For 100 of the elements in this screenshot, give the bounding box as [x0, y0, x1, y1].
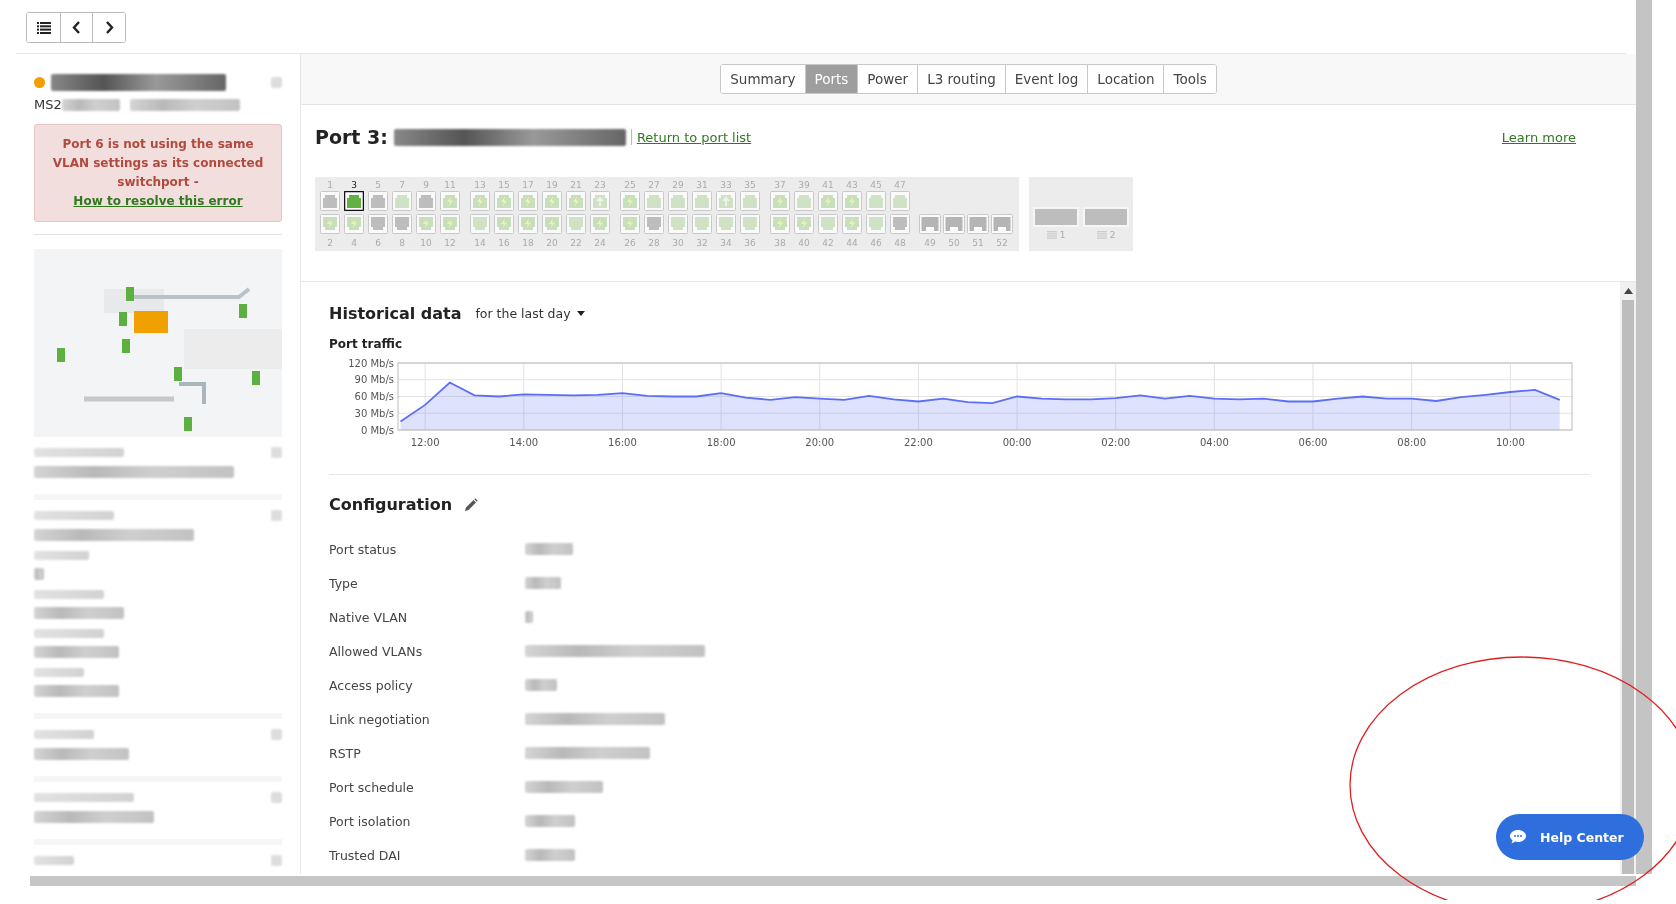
y-tick-label: 60 Mb/s [354, 391, 394, 402]
port-number: 32 [696, 237, 708, 249]
port-number: 36 [744, 237, 756, 249]
alert-message: Port 6 is not using the same VLAN settings as its connected switchport - How to resolve this error [51, 136, 265, 210]
port-number: 38 [774, 237, 786, 249]
blurred-text [525, 815, 575, 827]
port-number: 33 [720, 179, 732, 191]
chart-title: Port traffic [329, 337, 404, 351]
list-view-button[interactable] [27, 13, 61, 42]
config-label: Link negotiation [329, 711, 431, 727]
port-number: 52 [996, 237, 1008, 249]
port-number: 44 [846, 237, 858, 249]
resolve-link[interactable]: How to resolve this error [73, 194, 243, 208]
x-tick-label: 18:00 [706, 437, 736, 448]
port-number: 27 [648, 179, 660, 191]
port-number: 1 [327, 179, 333, 191]
port-number: 45 [870, 179, 882, 191]
blurred-text [34, 629, 104, 638]
learn-more-link[interactable]: Learn more [1501, 129, 1576, 145]
port-number: 24 [594, 237, 606, 249]
x-tick-label: 16:00 [608, 437, 637, 448]
blurred-icon [271, 792, 282, 803]
port-number: 39 [798, 179, 810, 191]
module-number: 1 [1059, 229, 1066, 241]
sfp-port-icon[interactable] [943, 214, 965, 234]
blurred-text [34, 568, 44, 580]
config-label: Native VLAN [329, 609, 409, 625]
blurred-text [34, 730, 94, 739]
sfp-port-icon[interactable] [919, 214, 941, 234]
blurred-icon [271, 855, 282, 866]
x-tick-label: 22:00 [904, 437, 933, 448]
section-title: Configuration [329, 495, 453, 514]
blurred-text [525, 849, 575, 861]
port-number: 7 [399, 179, 405, 191]
port-number: 26 [624, 237, 636, 249]
port-number: 35 [744, 179, 756, 191]
chat-icon [1510, 830, 1526, 844]
port-number: 23 [594, 179, 606, 191]
port-number: 46 [870, 237, 882, 249]
port-number: 19 [546, 179, 558, 191]
port-number: 9 [423, 179, 429, 191]
blurred-icon [271, 447, 282, 458]
time-range-dropdown[interactable]: for the last day [475, 306, 585, 321]
port-number: 3 [351, 179, 357, 191]
config-label: RSTP [329, 745, 362, 761]
blurred-text [525, 611, 533, 623]
horizontal-scrollbar[interactable] [30, 876, 1636, 886]
sfp-port-icon[interactable] [967, 214, 989, 234]
device-model: MS2 [34, 97, 62, 112]
config-label: Port isolation [329, 813, 412, 829]
port-number: 14 [474, 237, 486, 249]
port-number: 11 [444, 179, 456, 191]
list-icon [36, 21, 51, 34]
lines-icon [1046, 231, 1057, 239]
blurred-text [525, 679, 557, 691]
config-label: Access policy [329, 677, 414, 693]
scrollbar[interactable] [1636, 0, 1652, 874]
x-tick-label: 08:00 [1397, 437, 1427, 448]
port-title: Port 3: [315, 126, 388, 148]
scroll-up-icon[interactable] [1623, 288, 1633, 294]
port-number: 15 [498, 179, 510, 191]
port-number: 43 [846, 179, 858, 191]
module-number: 2 [1109, 229, 1116, 241]
module-slot[interactable] [1083, 207, 1129, 227]
config-label: Type [329, 575, 359, 591]
caret-icon [576, 311, 585, 316]
lines-icon [1096, 231, 1107, 239]
port-number: 40 [798, 237, 810, 249]
port-number: 4 [351, 237, 357, 249]
x-tick-label: 12:00 [410, 437, 440, 448]
port-number: 37 [774, 179, 786, 191]
blurred-text [34, 856, 74, 865]
port-number: 28 [648, 237, 660, 249]
port-number: 6 [375, 237, 381, 249]
help-center-button[interactable]: Help Center [1496, 814, 1644, 860]
blurred-icon [271, 77, 282, 88]
y-tick-label: 30 Mb/s [354, 407, 394, 419]
sfp-port-icon[interactable] [991, 214, 1013, 234]
blurred-text [61, 98, 120, 111]
port-number: 34 [720, 237, 732, 249]
port-number: 30 [672, 237, 684, 249]
port-number: 8 [399, 237, 405, 249]
pencil-icon[interactable] [464, 497, 479, 512]
port-number: 16 [498, 237, 510, 249]
config-label: Trusted DAI [329, 847, 402, 863]
x-tick-label: 20:00 [805, 437, 835, 448]
blurred-icon [271, 510, 282, 521]
port-number: 50 [948, 237, 960, 249]
tab[interactable]: Summary [721, 65, 806, 93]
module-slot[interactable] [1033, 207, 1079, 227]
port-icon[interactable] [344, 191, 364, 211]
x-tick-label: 06:00 [1298, 437, 1328, 448]
config-label: Port status [329, 541, 398, 557]
x-tick-label: 00:00 [1002, 437, 1032, 448]
section-title: Historical data [329, 304, 462, 323]
config-label: Allowed VLANs [329, 643, 424, 659]
port-number: 42 [822, 237, 834, 249]
x-tick-label: 04:00 [1199, 437, 1229, 448]
chevron-right-icon [104, 21, 114, 34]
return-link[interactable]: Return to port list [636, 129, 752, 145]
